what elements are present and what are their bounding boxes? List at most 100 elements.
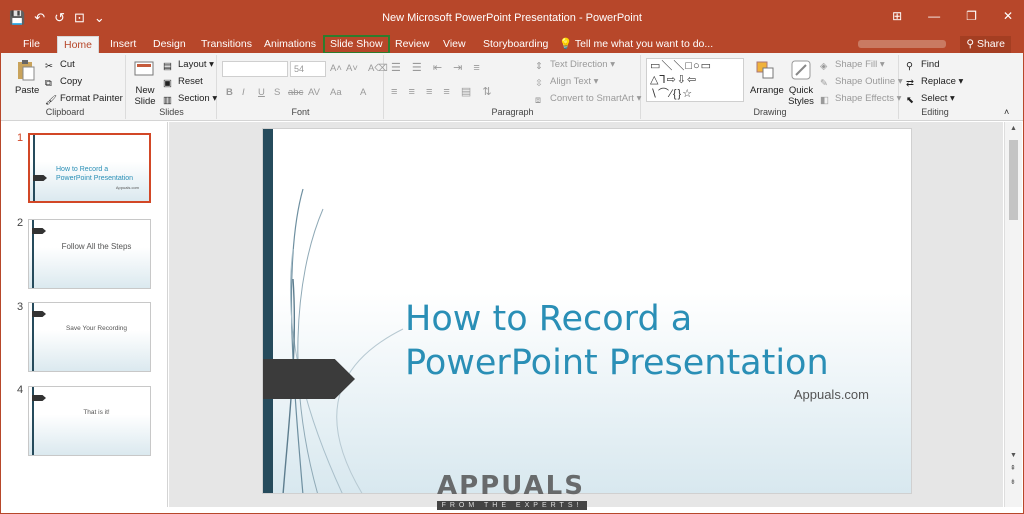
shapes-gallery[interactable]: ▭＼＼□○▭ △⅂⇨⇩⇦ ∖⌒∕{}☆ xyxy=(646,58,744,102)
shape-outline-button[interactable]: ✎ Shape Outline ▾ xyxy=(820,76,903,89)
grow-font-button[interactable]: A˄ xyxy=(330,63,342,74)
tab-file[interactable]: File xyxy=(17,36,46,53)
tab-view[interactable]: View xyxy=(437,36,472,53)
person-icon: ⚲ xyxy=(966,38,977,50)
slide-editing-area: How to Record a PowerPoint Presentation … xyxy=(169,122,1003,507)
layout-icon: ▤ xyxy=(163,61,172,72)
tab-slide-show[interactable]: Slide Show xyxy=(323,35,390,54)
reset-label: Reset xyxy=(178,76,203,87)
next-slide-icon[interactable]: ⇟ xyxy=(1010,478,1016,486)
thumbnail-number: 2 xyxy=(17,217,24,229)
tab-insert[interactable]: Insert xyxy=(104,36,142,53)
scrollbar-thumb[interactable] xyxy=(1009,140,1018,220)
shape-fill-button[interactable]: ◈ Shape Fill ▾ xyxy=(820,59,885,72)
tab-storyboarding[interactable]: Storyboarding xyxy=(477,36,554,53)
section-button[interactable]: ▥ Section ▾ xyxy=(163,93,217,106)
format-painter-label: Format Painter xyxy=(60,93,123,104)
scroll-up-icon[interactable]: ▲ xyxy=(1010,125,1017,132)
close-button[interactable]: ✕ xyxy=(1003,9,1013,23)
ribbon-display-options-icon[interactable]: ⊞ xyxy=(892,9,902,23)
text-direction-icon: ⇕ xyxy=(535,61,543,72)
replace-button[interactable]: ⇄ Replace ▾ xyxy=(906,76,963,89)
alignment-buttons[interactable]: ≡ ≡ ≡ ≡ ▤ ⇅ xyxy=(391,85,496,98)
tab-animations[interactable]: Animations xyxy=(258,36,322,53)
underline-button[interactable]: U xyxy=(258,87,265,98)
font-name-field[interactable] xyxy=(222,61,288,77)
paint-bucket-icon: ◈ xyxy=(820,61,828,72)
previous-slide-icon[interactable]: ⇞ xyxy=(1010,464,1016,472)
window-controls: ⊞ — ❐ ✕ xyxy=(892,9,1013,23)
italic-button[interactable]: I xyxy=(242,87,245,98)
slide-thumbnail-1[interactable]: How to Record a PowerPoint Presentation … xyxy=(28,133,151,203)
collapse-ribbon-icon[interactable]: ˄ xyxy=(1004,107,1009,117)
slide-thumbnail-3[interactable]: Save Your Recording xyxy=(28,302,151,372)
slides-group: New Slide ▤ Layout ▾ ▣ Reset ▥ Section ▾ Sl… xyxy=(127,55,217,119)
tab-review[interactable]: Review xyxy=(389,36,435,53)
list-buttons[interactable]: ☰ ☰ ⇤ ⇥ ≡ xyxy=(391,61,484,74)
format-painter-button[interactable]: 🖌 Format Painter xyxy=(45,93,123,106)
quick-styles-icon xyxy=(791,60,811,80)
align-text-icon: ⇳ xyxy=(535,78,543,89)
paste-button[interactable]: Paste xyxy=(15,85,39,96)
tab-home[interactable]: Home xyxy=(57,36,100,53)
layout-button[interactable]: ▤ Layout ▾ xyxy=(163,59,214,72)
vertical-scrollbar[interactable]: ▲ ▼ ⇞ ⇟ xyxy=(1004,122,1022,507)
ribbon: Paste ✂ Cut ⧉ Copy 🖌 Format Painter Clipboa… xyxy=(1,53,1023,121)
editing-group: ⚲ Find ⇄ Replace ▾ ⬉ Select ▾ Editing xyxy=(900,55,970,119)
cut-button[interactable]: ✂ Cut xyxy=(45,59,75,72)
slide-thumbnail-4[interactable]: That is it! xyxy=(28,386,151,456)
font-group-label: Font xyxy=(291,107,310,117)
convert-smartart-button[interactable]: ⧈ Convert to SmartArt ▾ xyxy=(535,93,641,106)
section-label: Section xyxy=(178,93,210,104)
arrange-button[interactable]: Arrange xyxy=(750,85,784,96)
select-button[interactable]: ⬉ Select ▾ xyxy=(906,93,955,106)
cursor-icon: ⬉ xyxy=(906,95,914,106)
thumb-title: That is it! xyxy=(83,409,110,416)
scroll-down-icon[interactable]: ▼ xyxy=(1010,452,1017,459)
thumbnail-number: 4 xyxy=(17,384,24,396)
shrink-font-button[interactable]: A˅ xyxy=(346,63,358,74)
quick-styles-button[interactable]: Quick Styles xyxy=(786,85,816,107)
cut-label: Cut xyxy=(60,59,75,70)
shadow-button[interactable]: S xyxy=(274,87,280,98)
shape-effects-button[interactable]: ◧ Shape Effects ▾ xyxy=(820,93,901,106)
strikethrough-button[interactable]: abc xyxy=(288,87,303,98)
share-button[interactable]: ⚲ Share xyxy=(960,36,1011,53)
change-case-button[interactable]: Aa xyxy=(330,87,342,98)
shape-effects-label: Shape Effects xyxy=(835,93,894,104)
arrange-icon xyxy=(756,61,774,79)
paragraph-group: ☰ ☰ ⇤ ⇥ ≡ ≡ ≡ ≡ ≡ ▤ ⇅ ⇕ Text Direction ▾ … xyxy=(385,55,641,119)
slide-accent-bar xyxy=(263,129,273,493)
font-color-button[interactable]: A xyxy=(360,87,366,98)
thumb-title: How to Record a PowerPoint Presentation xyxy=(56,166,134,182)
window-title: New Microsoft PowerPoint Presentation - … xyxy=(382,12,642,24)
maximize-button[interactable]: ❐ xyxy=(966,9,977,23)
lightbulb-icon: 💡 xyxy=(559,38,575,50)
slide-thumbnail-2[interactable]: Follow All the Steps xyxy=(28,219,151,289)
text-direction-button[interactable]: ⇕ Text Direction ▾ xyxy=(535,59,615,72)
font-size-field[interactable]: 54 xyxy=(290,61,326,77)
copy-button[interactable]: ⧉ Copy xyxy=(45,76,82,89)
find-button[interactable]: ⚲ Find xyxy=(906,59,939,72)
reset-button[interactable]: ▣ Reset xyxy=(163,76,203,89)
clipboard-group-label: Clipboard xyxy=(45,107,85,117)
current-slide[interactable]: How to Record a PowerPoint Presentation … xyxy=(262,128,912,494)
slide-subtitle[interactable]: Appuals.com xyxy=(794,387,869,402)
font-group: 54 A˄ A˅ A⌫ B I U S abc AV Aa A Font xyxy=(218,55,388,119)
char-spacing-button[interactable]: AV xyxy=(308,87,320,98)
new-slide-button[interactable]: New Slide xyxy=(131,85,159,107)
thumb-title: Follow All the Steps xyxy=(61,242,132,251)
align-text-button[interactable]: ⇳ Align Text ▾ xyxy=(535,76,598,89)
effects-icon: ◧ xyxy=(820,95,829,106)
tell-me-box[interactable]: 💡 Tell me what you want to do... xyxy=(553,36,719,53)
copy-icon: ⧉ xyxy=(45,78,52,89)
bold-button[interactable]: B xyxy=(226,87,233,98)
thumb-arrow-shape xyxy=(32,228,46,234)
tab-design[interactable]: Design xyxy=(147,36,192,53)
slide-title[interactable]: How to Record a PowerPoint Presentation xyxy=(405,297,895,385)
thumbnail-number: 1 xyxy=(17,132,24,144)
watermark-tagline: FROM THE EXPERTS! xyxy=(437,501,587,510)
find-label: Find xyxy=(921,59,940,70)
tab-transitions[interactable]: Transitions xyxy=(195,36,258,53)
minimize-button[interactable]: — xyxy=(928,9,940,23)
